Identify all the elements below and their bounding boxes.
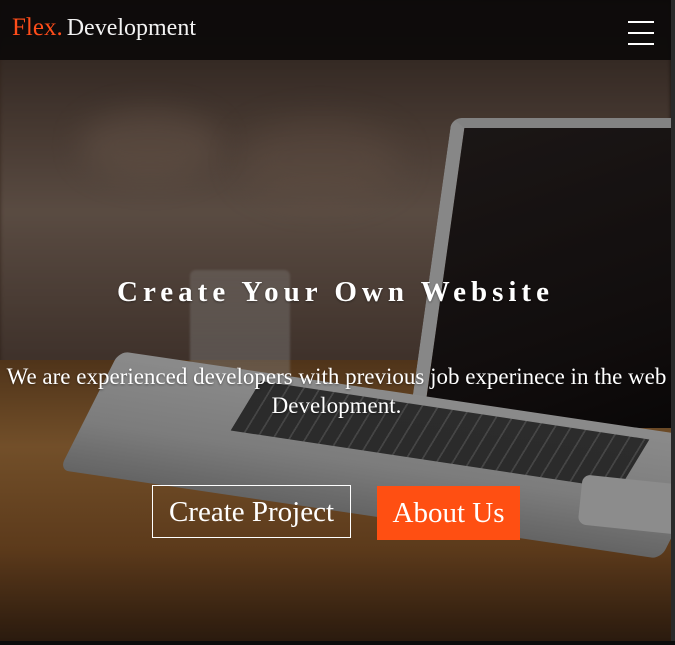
create-project-button[interactable]: Create Project: [152, 485, 351, 538]
brand-accent-text: Flex.: [12, 14, 63, 41]
brand-main-text: Development: [66, 15, 196, 41]
hero-headline: Create Your Own Website: [117, 276, 554, 308]
navbar: Flex. Development: [0, 0, 671, 60]
menu-line: [628, 32, 654, 34]
hero-dark-overlay: [0, 0, 671, 641]
bottom-edge: [0, 641, 675, 645]
hero-subheadline: We are experienced developers with previ…: [6, 364, 667, 418]
menu-line: [628, 21, 654, 23]
page: Flex. Development Create Your Own Website…: [0, 0, 675, 645]
page-scrollbar[interactable]: [671, 0, 675, 645]
menu-line: [628, 43, 654, 45]
about-us-button[interactable]: About Us: [377, 486, 520, 540]
hamburger-menu-icon[interactable]: [628, 21, 654, 47]
hero-background-image: [0, 0, 671, 641]
brand-logo[interactable]: Flex. Development: [12, 14, 196, 42]
